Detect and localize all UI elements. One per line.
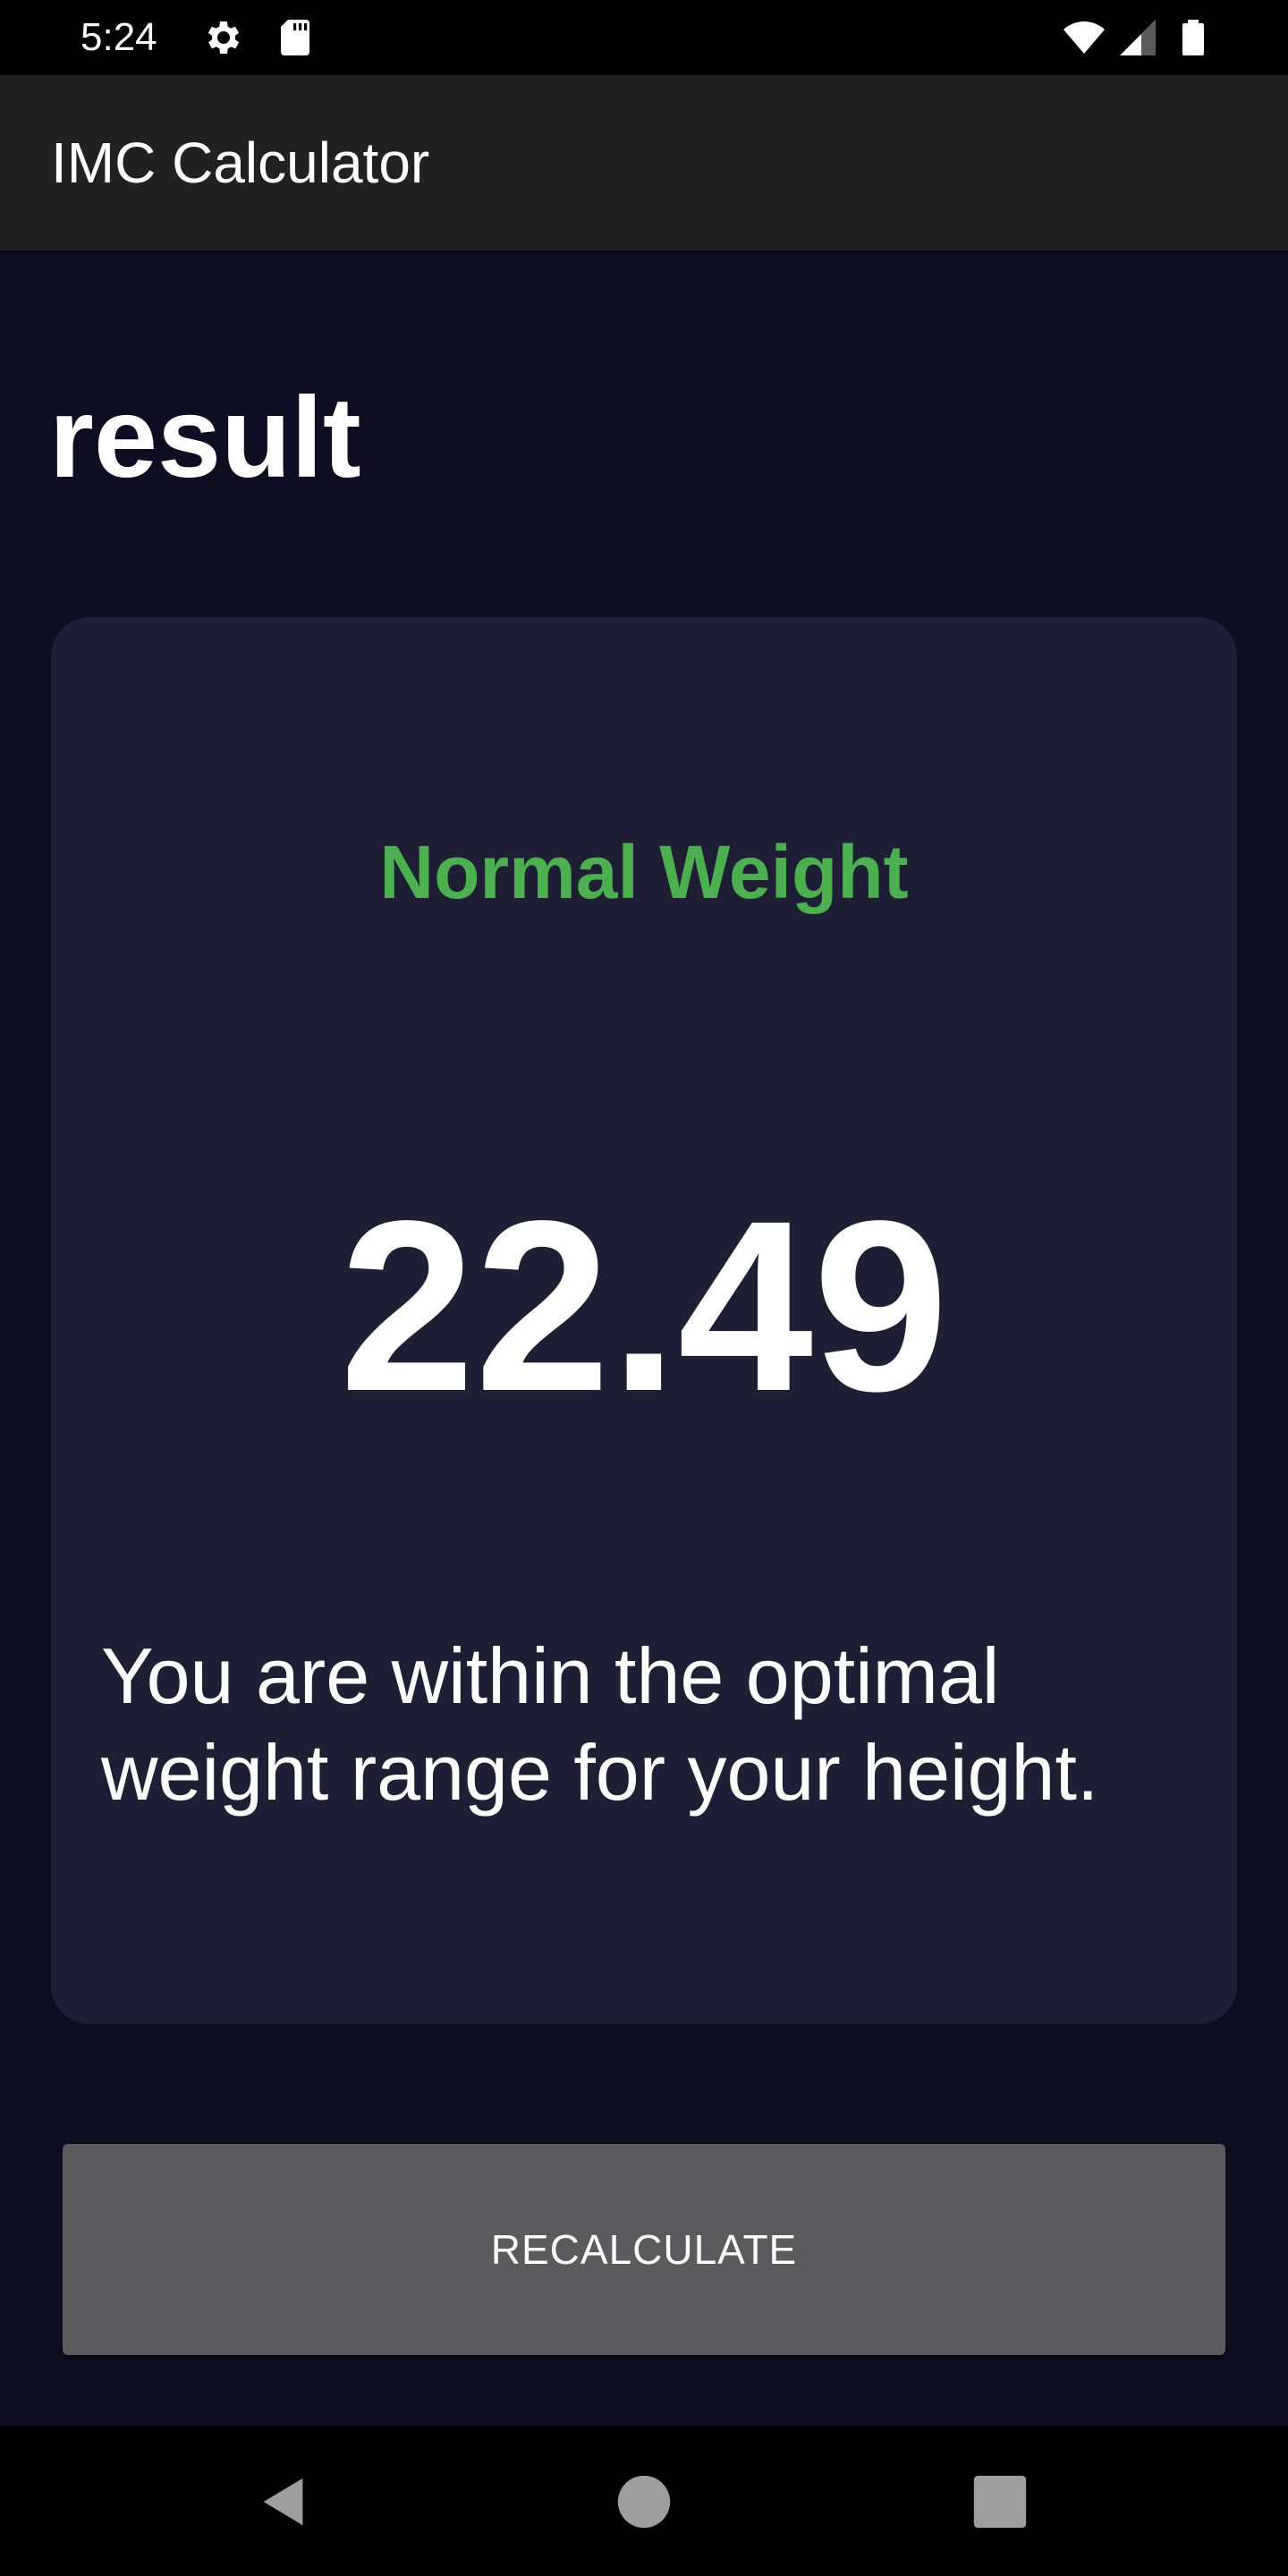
result-card: Normal Weight 22.49 You are within the o…: [51, 617, 1237, 2024]
gear-icon: [208, 21, 240, 54]
signal-icon: [1120, 20, 1156, 55]
screen: 5:24 IMC Calculator result Normal Weight…: [0, 0, 1288, 2576]
navigation-bar: [0, 2426, 1288, 2576]
status-time: 5:24: [80, 15, 157, 59]
bmi-status-label: Normal Weight: [379, 830, 909, 914]
bmi-description: You are within the optimal weight range …: [101, 1631, 1099, 1817]
recents-icon[interactable]: [969, 2470, 1031, 2533]
battery-icon: [1182, 20, 1204, 55]
status-bar: 5:24: [0, 0, 1288, 75]
bmi-value: 22.49: [339, 1170, 949, 1442]
sd-card-icon: [281, 20, 309, 55]
page-title: result: [49, 374, 361, 502]
back-icon[interactable]: [253, 2470, 316, 2533]
app-title: IMC Calculator: [51, 131, 430, 195]
home-icon[interactable]: [613, 2470, 675, 2533]
app-bar: IMC Calculator: [0, 75, 1288, 250]
wifi-icon: [1063, 21, 1105, 54]
recalculate-button[interactable]: RECALCULATE: [63, 2144, 1225, 2355]
